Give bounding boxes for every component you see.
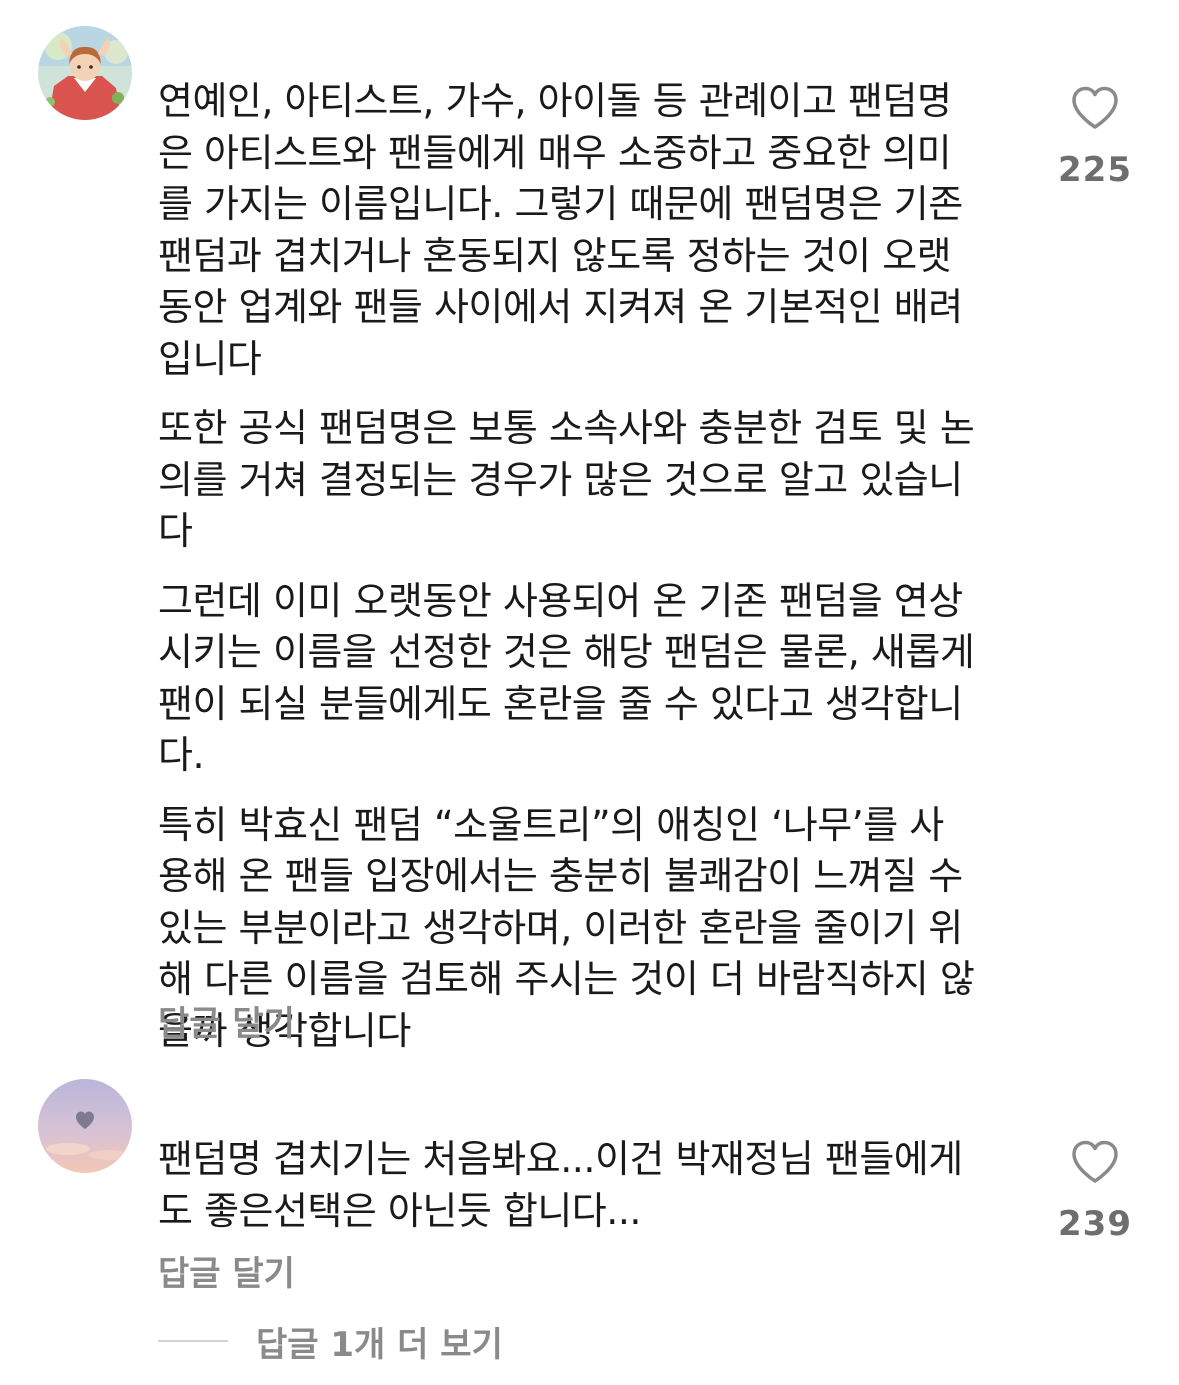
heart-outline-icon <box>1072 86 1118 129</box>
like-count: 225 <box>1058 150 1132 190</box>
like-button[interactable]: 239 <box>1050 1140 1140 1244</box>
avatar[interactable] <box>38 26 132 120</box>
reply-button[interactable]: 답글 달기 <box>158 996 295 1045</box>
comment-paragraph: 그런데 이미 오랫동안 사용되어 온 기존 팬덤을 연상 시키는 이름을 선정한… <box>158 578 975 778</box>
anime-girl-avatar-image <box>38 26 132 120</box>
avatar[interactable] <box>38 1079 132 1173</box>
replies-divider-line <box>158 1340 228 1342</box>
view-more-replies-button[interactable]: 답글 1개 더 보기 <box>158 1318 503 1365</box>
comment-paragraph: 또한 공식 팬덤명은 보통 소속사와 충분한 검토 및 논 의를 거쳐 결정되는… <box>158 406 975 553</box>
comment-text: 연예인, 아티스트, 가수, 아이돌 등 관례이고 팬덤명 은 아티스트와 팬들… <box>158 76 1028 1057</box>
comment-text: 팬덤명 겹치기는 처음봐요...이건 박재정님 팬들에게 도 좋은선택은 아닌듯… <box>158 1134 1028 1237</box>
like-button[interactable]: 225 <box>1050 86 1140 190</box>
heart-outline-icon <box>1072 1140 1118 1183</box>
comment-paragraph: 연예인, 아티스트, 가수, 아이돌 등 관례이고 팬덤명 은 아티스트와 팬들… <box>158 79 963 381</box>
reply-button[interactable]: 답글 달기 <box>158 1246 295 1295</box>
like-count: 239 <box>1058 1204 1132 1244</box>
view-more-replies-label: 답글 1개 더 보기 <box>256 1324 503 1365</box>
sky-heart-cloud-avatar-image <box>38 1079 132 1173</box>
comment-paragraph: 팬덤명 겹치기는 처음봐요...이건 박재정님 팬들에게 도 좋은선택은 아닌듯… <box>158 1137 963 1233</box>
